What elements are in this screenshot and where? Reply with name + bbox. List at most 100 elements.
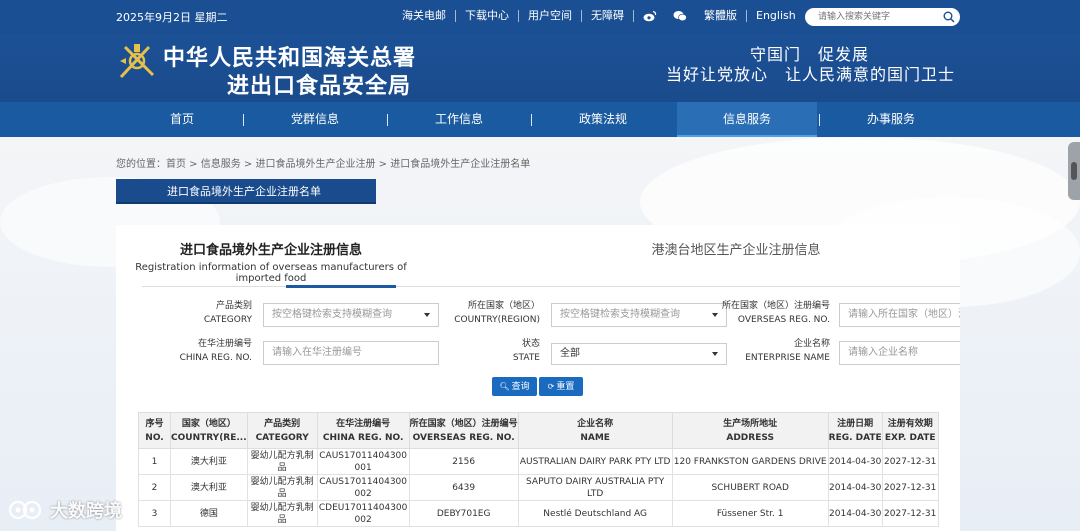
search-icon[interactable] <box>943 11 955 23</box>
cell-country: 澳大利亚 <box>170 448 248 475</box>
china-reg-placeholder: 请输入在华注册编号 <box>272 347 362 358</box>
nav-work-info[interactable]: 工作信息 <box>389 102 529 137</box>
col-address[interactable]: 生产场所地址 ADDRESS <box>671 412 829 449</box>
nav-home[interactable]: 首页 <box>112 102 252 137</box>
cell-name: AUSTRALIAN DAIRY PARK PTY LTD <box>517 448 673 475</box>
top-search-box <box>805 8 960 26</box>
reset-button[interactable]: ⟳ 重置 <box>539 377 583 396</box>
col-overseas-reg[interactable]: 所在国家（地区）注册编号 OVERSEAS REG. NO. <box>408 412 519 449</box>
category-select[interactable]: 按空格键检索支持模糊查询 <box>263 303 439 327</box>
tab-divider <box>142 286 960 287</box>
category-label: 产品类别 CATEGORY <box>176 299 252 327</box>
cell-name: SAPUTO DAIRY AUSTRALIA PTY LTD <box>517 474 673 501</box>
col-exp-date[interactable]: 注册有效期 EXP. DATE <box>881 412 939 449</box>
state-value: 全部 <box>560 348 580 359</box>
link-user-space[interactable]: 用户空间 <box>519 10 582 22</box>
tab-overseas-registration[interactable]: 进口食品境外生产企业注册信息 Registration information … <box>116 225 426 289</box>
china-reg-input[interactable]: 请输入在华注册编号 <box>263 341 439 365</box>
nav-policies[interactable]: 政策法规 <box>533 102 673 137</box>
cell-overseas-reg: 2156 <box>408 448 519 475</box>
top-bar: 2025年9月2日 星期二 海关电邮 下载中心 用户空间 无障碍 繁體版 Eng… <box>0 0 1080 34</box>
tab-hk-macao-taiwan[interactable]: 港澳台地区生产企业注册信息 <box>586 239 886 258</box>
country-label: 所在国家（地区） COUNTRY(REGION) <box>436 299 540 327</box>
col-country[interactable]: 国家（地区） COUNTRY(RE... <box>170 412 248 449</box>
state-label: 状态 STATE <box>476 337 540 365</box>
col-name[interactable]: 企业名称 NAME <box>517 412 673 449</box>
table-row[interactable]: 3 德国 婴幼儿配方乳制品 CDEU17011404300002 DEBY701… <box>138 500 939 527</box>
cell-reg-date: 2014-04-30 <box>827 474 883 501</box>
cell-no: 1 <box>138 448 171 475</box>
slogan-line2: 当好让党放心 让人民满意的国门卫士 <box>666 65 956 84</box>
cell-reg-date: 2014-04-30 <box>827 448 883 475</box>
country-select[interactable]: 按空格键检索支持模糊查询 <box>551 303 727 327</box>
page-scrollbar[interactable] <box>1068 142 1080 200</box>
cell-address: SCHUBERT ROAD <box>671 474 829 501</box>
registration-table: 序号 NO. 国家（地区） COUNTRY(RE... 产品类别 CATEGORY 在… <box>138 412 939 527</box>
top-links: 海关电邮 下载中心 用户空间 无障碍 繁體版 English <box>402 10 805 22</box>
category-label-en: CATEGORY <box>203 315 252 325</box>
nav-separator <box>531 114 532 126</box>
col-no[interactable]: 序号 NO. <box>138 412 171 449</box>
state-select[interactable]: 全部 <box>551 343 727 365</box>
col-china-reg[interactable]: 在华注册编号 CHINA REG. NO. <box>316 412 410 449</box>
enterprise-label-en: ENTERPRISE NAME <box>745 353 830 363</box>
content-panel: 进口食品境外生产企业注册信息 Registration information … <box>116 225 960 531</box>
link-english[interactable]: English <box>747 10 805 22</box>
query-button-label: 查询 <box>511 382 530 392</box>
weibo-icon[interactable] <box>643 10 657 22</box>
enterprise-label-cn: 企业名称 <box>793 339 830 349</box>
table-row[interactable]: 2 澳大利亚 婴幼儿配方乳制品 CAUS17011404300002 6439 … <box>138 474 939 501</box>
site-header: 中华人民共和国海关总署 进出口食品安全局 守国门 促发展 当好让党放心 让人民满… <box>0 34 1080 102</box>
page-title: 进口食品境外生产企业注册名单 <box>116 179 376 204</box>
cell-china-reg: CDEU17011404300002 <box>316 500 410 527</box>
watermark: 大数跨境 <box>8 497 122 523</box>
top-search-input[interactable] <box>818 10 938 24</box>
enterprise-label: 企业名称 ENTERPRISE NAME <box>730 337 830 365</box>
china-reg-label: 在华注册编号 CHINA REG. NO. <box>156 337 252 365</box>
cell-reg-date: 2014-04-30 <box>827 500 883 527</box>
cell-category: 婴幼儿配方乳制品 <box>246 474 318 501</box>
cell-category: 婴幼儿配方乳制品 <box>246 448 318 475</box>
enterprise-name-input[interactable]: 请输入企业名称 <box>839 341 960 365</box>
cell-no: 2 <box>138 474 171 501</box>
tab-overseas-title: 进口食品境外生产企业注册信息 <box>179 243 362 258</box>
link-customs-email[interactable]: 海关电邮 <box>402 10 456 22</box>
main-nav: 首页 党群信息 工作信息 政策法规 信息服务 办事服务 <box>0 102 1080 137</box>
nav-online-service[interactable]: 办事服务 <box>821 102 961 137</box>
nav-info-service[interactable]: 信息服务 <box>677 102 817 137</box>
chevron-down-icon <box>712 352 718 356</box>
customs-emblem-icon[interactable] <box>117 41 157 81</box>
category-label-cn: 产品类别 <box>215 301 252 311</box>
overseas-reg-label: 所在国家（地区）注册编号 OVERSEAS REG. NO. <box>712 299 830 327</box>
col-reg-date[interactable]: 注册日期 REG. DATE <box>827 412 883 449</box>
tab-active-indicator <box>286 285 396 288</box>
country-placeholder: 按空格键检索支持模糊查询 <box>560 309 680 320</box>
link-traditional-chinese[interactable]: 繁體版 <box>695 10 747 22</box>
query-button[interactable]: 🔍︎ 查询 <box>492 377 537 396</box>
overseas-reg-label-en: OVERSEAS REG. NO. <box>737 315 830 325</box>
country-label-en: COUNTRY(REGION) <box>454 315 540 325</box>
link-download-center[interactable]: 下载中心 <box>456 10 519 22</box>
china-reg-label-cn: 在华注册编号 <box>197 339 252 349</box>
watermark-text: 大数跨境 <box>50 501 122 522</box>
cell-exp-date: 2027-12-31 <box>881 474 939 501</box>
china-reg-label-en: CHINA REG. NO. <box>179 353 252 363</box>
cell-china-reg: CAUS17011404300002 <box>316 474 410 501</box>
chevron-down-icon <box>424 313 430 317</box>
cell-china-reg: CAUS17011404300001 <box>316 448 410 475</box>
search-icon: 🔍︎ <box>499 382 510 391</box>
scrollbar-handle[interactable] <box>1071 162 1077 180</box>
reset-button-label: 重置 <box>556 382 575 392</box>
cell-exp-date: 2027-12-31 <box>881 448 939 475</box>
overseas-reg-placeholder: 请输入所在国家（地区）注 <box>848 309 960 320</box>
col-category[interactable]: 产品类别 CATEGORY <box>246 412 318 449</box>
nav-party-info[interactable]: 党群信息 <box>245 102 385 137</box>
category-placeholder: 按空格键检索支持模糊查询 <box>272 309 392 320</box>
table-row[interactable]: 1 澳大利亚 婴幼儿配方乳制品 CAUS17011404300001 2156 … <box>138 448 939 475</box>
wechat-icon[interactable] <box>673 10 687 22</box>
overseas-reg-label-cn: 所在国家（地区）注册编号 <box>721 301 830 311</box>
enterprise-placeholder: 请输入企业名称 <box>848 347 918 358</box>
link-accessibility[interactable]: 无障碍 <box>582 10 634 22</box>
tab-overseas-subtitle: Registration information of overseas man… <box>135 262 407 284</box>
overseas-reg-input[interactable]: 请输入所在国家（地区）注 <box>839 303 960 327</box>
